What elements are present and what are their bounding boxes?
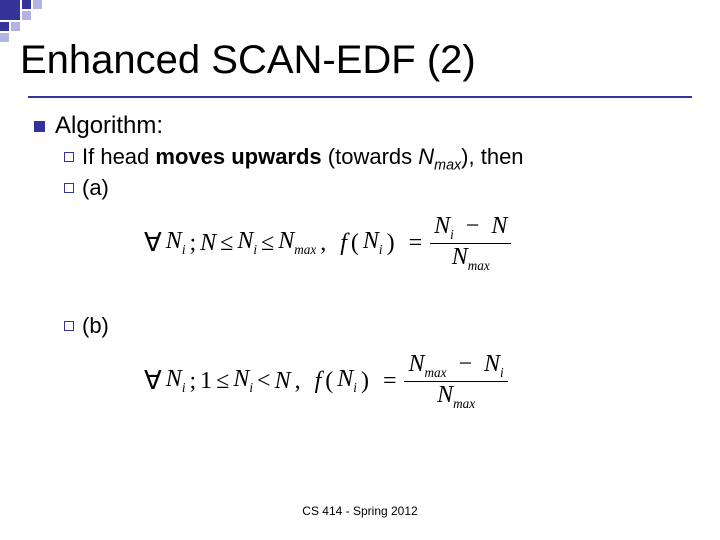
var: N <box>233 366 249 392</box>
sep: ; <box>189 230 196 257</box>
var: N <box>452 244 468 270</box>
sub: i <box>450 227 454 242</box>
slide-title: Enhanced SCAN-EDF (2) <box>20 38 476 83</box>
sub-max: max <box>434 157 461 173</box>
accent-square-small <box>22 0 31 9</box>
slide: Enhanced SCAN-EDF (2) Algorithm: If head… <box>0 0 720 540</box>
text: ), then <box>461 144 523 169</box>
bullet-icon <box>64 152 74 162</box>
var: N <box>166 228 182 254</box>
var: N <box>166 366 182 392</box>
var: N <box>278 228 294 254</box>
var: N <box>491 213 507 239</box>
accent-square-large <box>0 0 20 20</box>
op: = <box>383 368 397 395</box>
accent-square-small <box>0 33 9 42</box>
var: N <box>363 228 379 254</box>
sub: i <box>353 380 357 395</box>
case-a-label: (a) <box>82 175 109 201</box>
title-rule <box>28 96 692 98</box>
var: N <box>434 213 450 239</box>
op: ≤ <box>220 230 233 257</box>
text: If head <box>82 144 155 169</box>
op: − <box>458 351 472 377</box>
var: N <box>275 368 291 395</box>
var: N <box>200 230 216 257</box>
bullet-algorithm: Algorithm: <box>34 112 700 140</box>
var: N <box>237 228 253 254</box>
text-bold: moves upwards <box>155 144 321 169</box>
bullet-case-b: (b) <box>64 313 700 339</box>
var: N <box>484 351 500 377</box>
if-text: If head moves upwards (towards Nmax), th… <box>82 144 524 173</box>
bullet-icon <box>64 183 74 193</box>
sub: max <box>453 396 475 411</box>
num: 1 <box>200 368 212 395</box>
accent-square-small <box>22 11 31 20</box>
sub: i <box>500 365 504 380</box>
accent-square-small <box>33 11 42 20</box>
fn: f <box>315 368 322 395</box>
var: N <box>337 366 353 392</box>
op: ≤ <box>216 368 229 395</box>
sep: , <box>295 368 301 395</box>
accent-square-small <box>11 22 20 31</box>
sub: i <box>182 242 186 257</box>
fraction: Nmax − Ni Nmax <box>404 351 507 411</box>
sub: i <box>182 380 186 395</box>
sub: max <box>294 242 316 257</box>
accent-square-small <box>33 0 42 9</box>
paren: ) <box>387 230 395 257</box>
bullet-if-condition: If head moves upwards (towards Nmax), th… <box>64 144 700 173</box>
fn: f <box>340 230 347 257</box>
op: = <box>409 230 423 257</box>
forall-symbol: ∀ <box>144 228 162 258</box>
op: − <box>466 213 480 239</box>
paren: ( <box>351 230 359 257</box>
sub: i <box>253 242 257 257</box>
accent-square-small <box>0 22 9 31</box>
sub: max <box>468 258 490 273</box>
sep: , <box>320 230 326 257</box>
text: (towards <box>322 144 419 169</box>
footer: CS 414 - Spring 2012 <box>0 504 720 518</box>
fraction: Ni − N Nmax <box>430 213 511 273</box>
paren: ) <box>361 368 369 395</box>
case-b-label: (b) <box>82 313 109 339</box>
var: N <box>408 351 424 377</box>
bullet-icon <box>34 121 45 132</box>
op: < <box>257 368 271 395</box>
sep: ; <box>189 368 196 395</box>
slide-body: Algorithm: If head moves upwards (toward… <box>34 112 700 429</box>
bullet-icon <box>64 321 74 331</box>
forall-symbol: ∀ <box>144 366 162 396</box>
op: ≤ <box>261 230 274 257</box>
formula-a: ∀ Ni ; N ≤ Ni ≤ Nmax , f ( Ni ) = Ni − N <box>144 213 700 273</box>
sub: i <box>249 380 253 395</box>
algorithm-label: Algorithm: <box>55 112 163 140</box>
sub: max <box>425 365 447 380</box>
paren: ( <box>325 368 333 395</box>
sub: i <box>379 242 383 257</box>
var: N <box>437 382 453 408</box>
var-N: N <box>418 144 434 169</box>
formula-b: ∀ Ni ; 1 ≤ Ni < N , f ( Ni ) = Nmax − Ni <box>144 351 700 411</box>
bullet-case-a: (a) <box>64 175 700 201</box>
corner-accent <box>0 0 42 42</box>
